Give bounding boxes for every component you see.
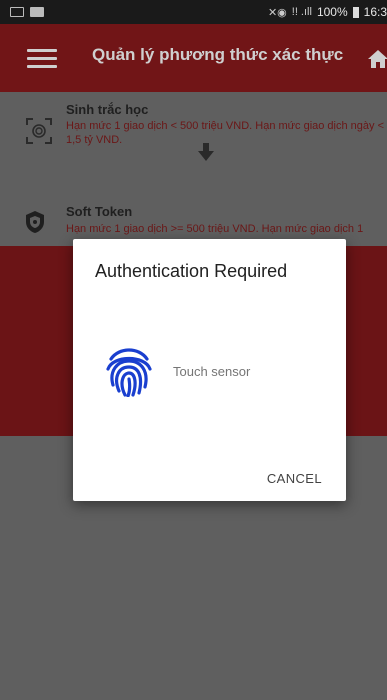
menu-icon[interactable] [27, 49, 57, 69]
fingerprint-icon [106, 348, 152, 397]
shield-icon [26, 211, 44, 233]
network-icon: ✕◉ [267, 6, 287, 19]
app-bar: Quản lý phương thức xác thực [0, 24, 387, 92]
home-icon[interactable] [367, 48, 387, 70]
method-name: Soft Token [66, 204, 133, 219]
arrow-down-icon [198, 143, 214, 161]
method-description: Hạn mức 1 giao dịch >= 500 triệu VND. Hạ… [66, 223, 364, 235]
message-icon [30, 7, 44, 17]
status-bar: ✕◉ !! .ıll 100% 16:3 [0, 0, 387, 24]
dialog-title: Authentication Required [95, 261, 288, 281]
fingerprint-scan-icon [26, 118, 52, 144]
cancel-button[interactable]: CANCEL [267, 471, 322, 486]
page-title: Quản lý phương thức xác thực [92, 45, 344, 64]
battery-percent: 100% [316, 5, 348, 19]
notification-icon [10, 7, 24, 17]
method-description: Hạn mức 1 giao dịch < 500 triệu VND. Hạn… [66, 120, 385, 146]
sensor-hint: Touch sensor [173, 364, 251, 379]
signal-indicator: !! .ıll [291, 6, 312, 18]
clock: 16:3 [363, 5, 387, 19]
battery-icon [352, 6, 359, 18]
authentication-dialog: Authentication Required Touch sensor CAN… [73, 239, 346, 501]
method-name: Sinh trắc học [66, 102, 149, 117]
